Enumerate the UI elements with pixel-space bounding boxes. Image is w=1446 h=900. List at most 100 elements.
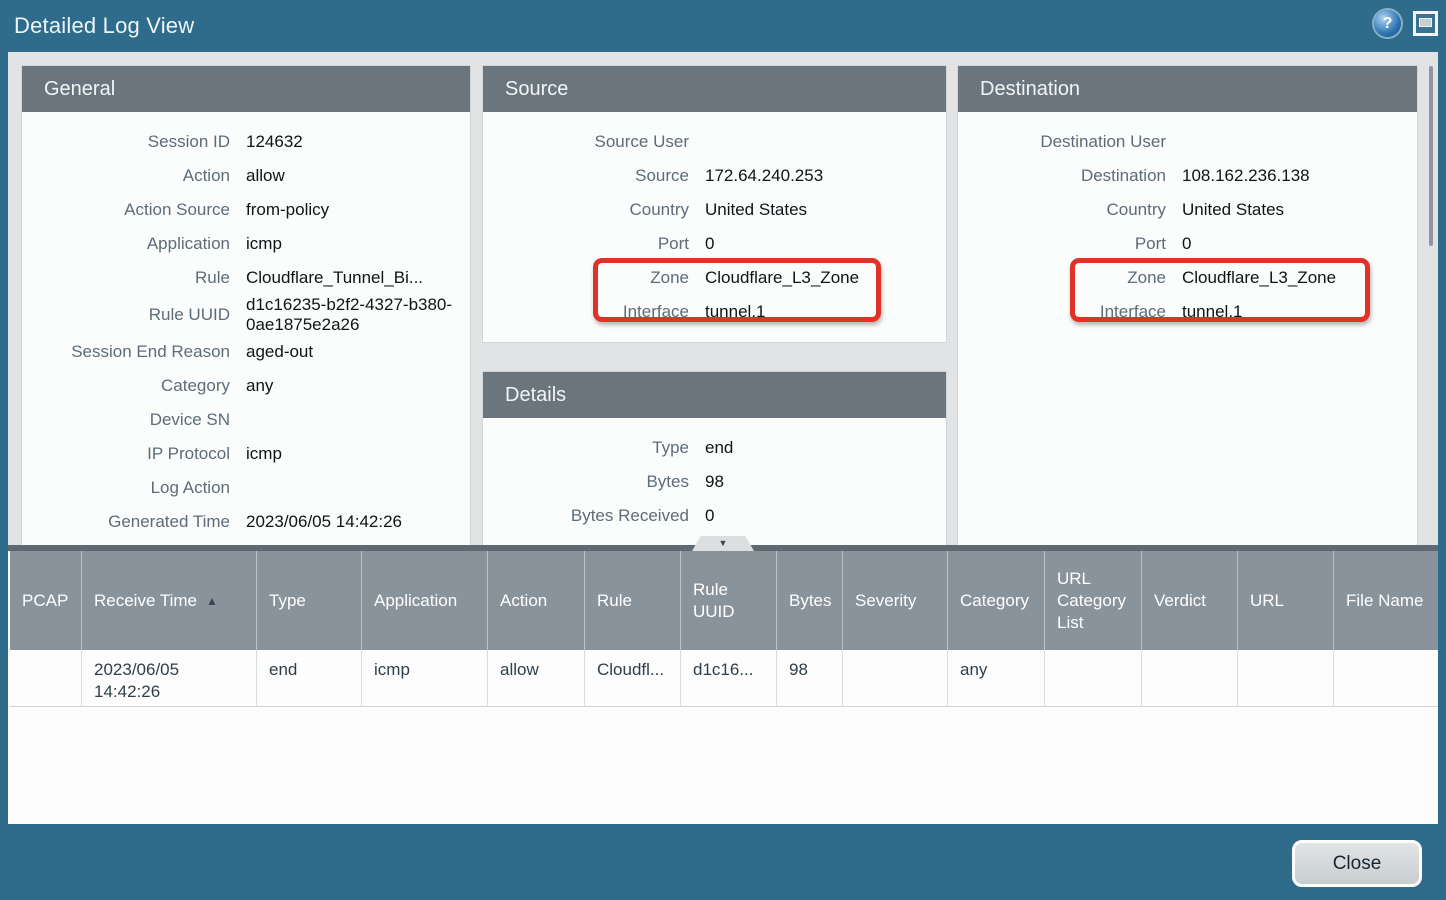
field-label: Session End Reason [22,342,246,362]
table-cell [1238,650,1334,706]
field-row-destination-3: Port0 [958,227,1417,261]
log-table-header: PCAP Receive Time▲ Type Application Action Ru… [10,551,1438,650]
field-row-source-1: Source172.64.240.253 [483,159,946,193]
field-value: aged-out [246,342,470,362]
source-panel: Source Source User Source172.64.240.253 Co… [483,66,946,342]
source-fields: Source User Source172.64.240.253 CountryUn… [483,112,946,329]
general-panel-title: General [22,66,470,112]
field-label: Application [22,234,246,254]
details-fields: TypeendBytes98Bytes Received0 [483,418,946,533]
destination-fields: Destination UserDestination108.162.236.1… [958,112,1417,329]
general-fields: Session ID124632ActionallowAction Source… [22,112,470,539]
log-detail-content: General Session ID124632ActionallowActio… [8,52,1438,545]
column-header-label: Type [269,590,306,612]
field-row-general-11: Generated Time2023/06/05 14:42:26 [22,505,470,539]
table-cell [843,650,948,706]
field-row-destination-2: CountryUnited States [958,193,1417,227]
field-label: Rule [22,268,246,288]
column-header-file-name[interactable]: File Name [1334,551,1438,650]
field-label: Zone [483,268,705,288]
column-header-label: Receive Time [94,590,197,612]
field-label: Log Action [22,478,246,498]
field-label: Port [958,234,1182,254]
field-row-general-10: Log Action [22,471,470,505]
detailed-log-view-dialog: Detailed Log View ? General Session ID12… [0,0,1446,900]
table-cell: any [948,650,1045,706]
field-value: 108.162.236.138 [1182,166,1417,186]
field-label: IP Protocol [22,444,246,464]
field-value: end [705,438,946,458]
field-row-source-4: ZoneCloudflare_L3_Zone [483,261,946,295]
window-icon[interactable] [1413,11,1438,36]
column-header-type[interactable]: Type [257,551,362,650]
table-cell [10,650,82,706]
column-header-pcap[interactable]: PCAP [10,551,82,650]
log-table-section: ▼ PCAPReceive Time▲TypeApplicationAction… [8,545,1438,824]
column-header-url-category-list[interactable]: URL Category List [1045,551,1142,650]
column-header-action[interactable]: Action [488,551,585,650]
field-value: Cloudflare_L3_Zone [705,268,946,288]
field-row-general-5: Rule UUIDd1c16235-b2f2-4327-b380-0ae1875… [22,295,470,335]
field-value: tunnel.1 [1182,302,1417,322]
field-row-details-1: Bytes98 [483,465,946,499]
field-label: Source [483,166,705,186]
table-cell [1045,650,1142,706]
field-label: Interface [958,302,1182,322]
column-header-severity[interactable]: Severity [843,551,948,650]
field-value: icmp [246,234,470,254]
field-row-details-0: Typeend [483,431,946,465]
details-panel-title: Details [483,372,946,418]
table-cell: end [257,650,362,706]
field-label: Port [483,234,705,254]
column-header-label: Application [374,590,457,612]
table-cell: 2023/06/05 14:42:26 [82,650,257,706]
field-row-destination-1: Destination108.162.236.138 [958,159,1417,193]
field-row-source-5: Interfacetunnel.1 [483,295,946,329]
field-value: United States [705,200,946,220]
general-panel: General Session ID124632ActionallowActio… [22,66,470,545]
column-header-label: URL Category List [1057,568,1131,634]
column-header-url[interactable]: URL [1238,551,1334,650]
table-cell [1142,650,1238,706]
field-label: Bytes Received [483,506,705,526]
splitter-handle[interactable]: ▼ [692,536,754,551]
vertical-scrollbar[interactable] [1429,66,1433,246]
destination-panel-title: Destination [958,66,1417,112]
help-icon[interactable]: ? [1374,10,1401,37]
field-value: 2023/06/05 14:42:26 [246,512,470,532]
field-label: Source User [483,132,705,152]
field-row-general-4: RuleCloudflare_Tunnel_Bi... [22,261,470,295]
field-label: Device SN [22,410,246,430]
field-label: Type [483,438,705,458]
field-label: Country [483,200,705,220]
table-cell: icmp [362,650,488,706]
field-row-source-3: Port0 [483,227,946,261]
column-header-receive-time[interactable]: Receive Time▲ [82,551,257,650]
column-header-label: File Name [1346,590,1423,612]
field-value: 0 [705,506,946,526]
column-header-rule[interactable]: Rule [585,551,681,650]
close-button[interactable]: Close [1292,840,1422,887]
field-row-general-9: IP Protocolicmp [22,437,470,471]
field-label: Category [22,376,246,396]
destination-panel: Destination Destination UserDestination1… [958,66,1417,545]
field-row-general-0: Session ID124632 [22,125,470,159]
field-value: Cloudflare_L3_Zone [1182,268,1417,288]
column-header-label: PCAP [22,590,68,612]
column-header-application[interactable]: Application [362,551,488,650]
column-header-category[interactable]: Category [948,551,1045,650]
chevron-down-icon: ▼ [719,539,728,548]
field-value: tunnel.1 [705,302,946,322]
field-row-source-0: Source User [483,125,946,159]
field-label: Country [958,200,1182,220]
field-value: allow [246,166,470,186]
field-value: d1c16235-b2f2-4327-b380-0ae1875e2a26 [246,295,470,335]
field-value: 98 [705,472,946,492]
column-header-verdict[interactable]: Verdict [1142,551,1238,650]
field-row-destination-0: Destination User [958,125,1417,159]
column-header-bytes[interactable]: Bytes [777,551,843,650]
column-header-label: Action [500,590,547,612]
column-header-label: Verdict [1154,590,1206,612]
table-row[interactable]: 2023/06/05 14:42:26endicmpallowCloudfl..… [10,650,1438,707]
column-header-rule-uuid[interactable]: Rule UUID [681,551,777,650]
